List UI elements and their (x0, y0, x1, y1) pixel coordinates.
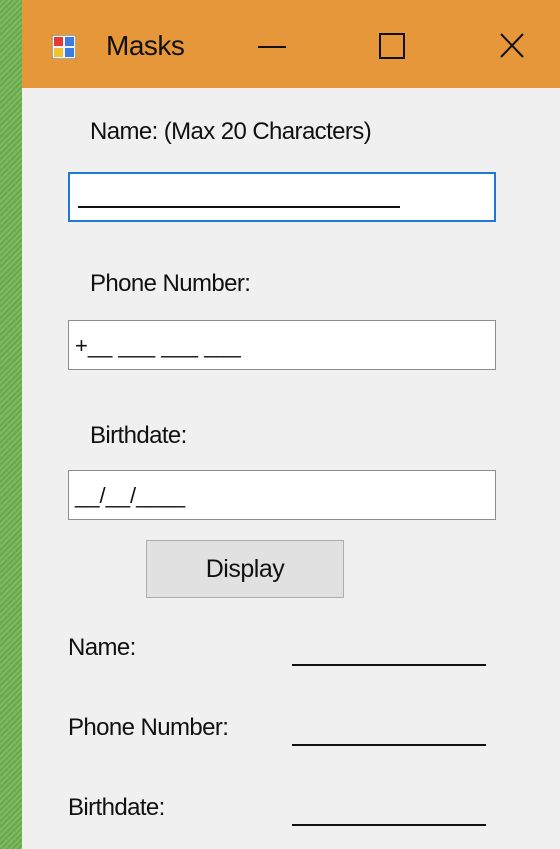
close-icon[interactable] (484, 20, 540, 72)
phone-mask-text: +__ ___ ___ ___ (75, 333, 241, 358)
maximize-icon[interactable] (364, 20, 420, 72)
output-name-value (292, 664, 486, 666)
birthdate-mask-text: __/__/____ (75, 483, 186, 508)
display-button[interactable]: Display (146, 540, 344, 598)
birthdate-masked-input[interactable]: __/__/____ (68, 470, 496, 520)
name-field-label: Name: (Max 20 Characters) (90, 118, 372, 145)
minimize-icon[interactable] (244, 20, 300, 72)
phone-field-label: Phone Number: (90, 270, 251, 297)
window-title: Masks (106, 30, 185, 61)
name-input-mask (78, 182, 400, 208)
name-input[interactable] (68, 172, 496, 222)
masks-window: Masks Name: (Max 20 Characters) Phone Nu… (22, 0, 560, 849)
birthdate-field-label: Birthdate: (90, 422, 187, 449)
winforms-app-icon (52, 35, 76, 59)
output-birthdate-label: Birthdate: (68, 794, 165, 821)
output-birthdate-value (292, 824, 486, 826)
title-bar[interactable]: Masks (22, 0, 560, 88)
output-phone-label: Phone Number: (68, 714, 229, 741)
output-phone-value (292, 744, 486, 746)
output-name-label: Name: (68, 634, 136, 661)
phone-masked-input[interactable]: +__ ___ ___ ___ (68, 320, 496, 370)
